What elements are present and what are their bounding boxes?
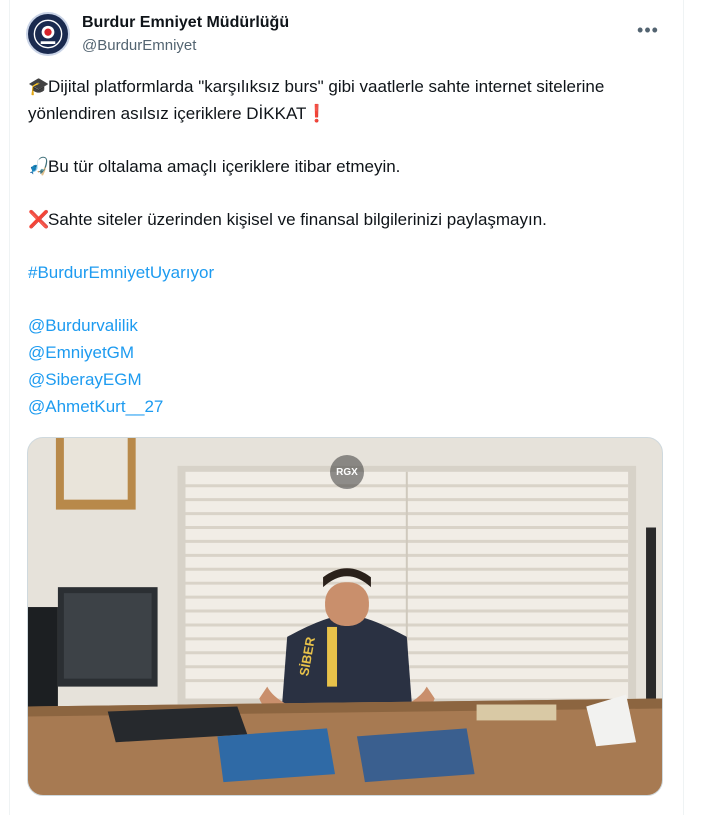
user-handle[interactable]: @BurdurEmniyet — [82, 37, 196, 54]
tweet-line-phishing: 🎣Bu tür oltalama amaçlı içeriklere itiba… — [28, 153, 658, 180]
cross-mark-icon: ❌ — [28, 210, 50, 229]
mention-link[interactable]: @SiberayEGM — [28, 366, 658, 393]
mention-link[interactable]: @AhmetKurt__27 — [28, 393, 658, 420]
mention-link[interactable]: @EmniyetGM — [28, 339, 658, 366]
tweet-line-fake-sites: ❌Sahte siteler üzerinden kişisel ve fina… — [28, 206, 658, 233]
tweet-header: Burdur Emniyet Müdürlüğü @BurdurEmniyet … — [26, 12, 666, 58]
hashtag-link[interactable]: #BurdurEmniyetUyarıyor — [28, 259, 658, 286]
avatar[interactable] — [26, 12, 70, 56]
more-horizontal-icon[interactable]: ••• — [636, 18, 660, 42]
graduation-cap-icon: 🎓 — [28, 77, 50, 96]
fake-sites-text: Sahte siteler üzerinden kişisel ve finan… — [48, 210, 547, 229]
watermark-badge: RGX — [330, 455, 364, 489]
tweet-line-warning: 🎓Dijital platformlarda "karşılıksız burs… — [28, 73, 658, 127]
mention-link[interactable]: @Burdurvalilik — [28, 312, 658, 339]
display-name[interactable]: Burdur Emniyet Müdürlüğü — [82, 14, 289, 32]
office-photo: SİBER — [28, 438, 662, 795]
fishing-pole-icon: 🎣 — [28, 157, 50, 176]
tweet-text: 🎓Dijital platformlarda "karşılıksız burs… — [28, 73, 658, 420]
police-emblem-icon — [28, 14, 68, 54]
phishing-text: Bu tür oltalama amaçlı içeriklere itibar… — [48, 157, 401, 176]
exclamation-icon: ❗ — [306, 104, 328, 123]
tweet-photo[interactable]: SİBER RGX — [27, 437, 663, 796]
